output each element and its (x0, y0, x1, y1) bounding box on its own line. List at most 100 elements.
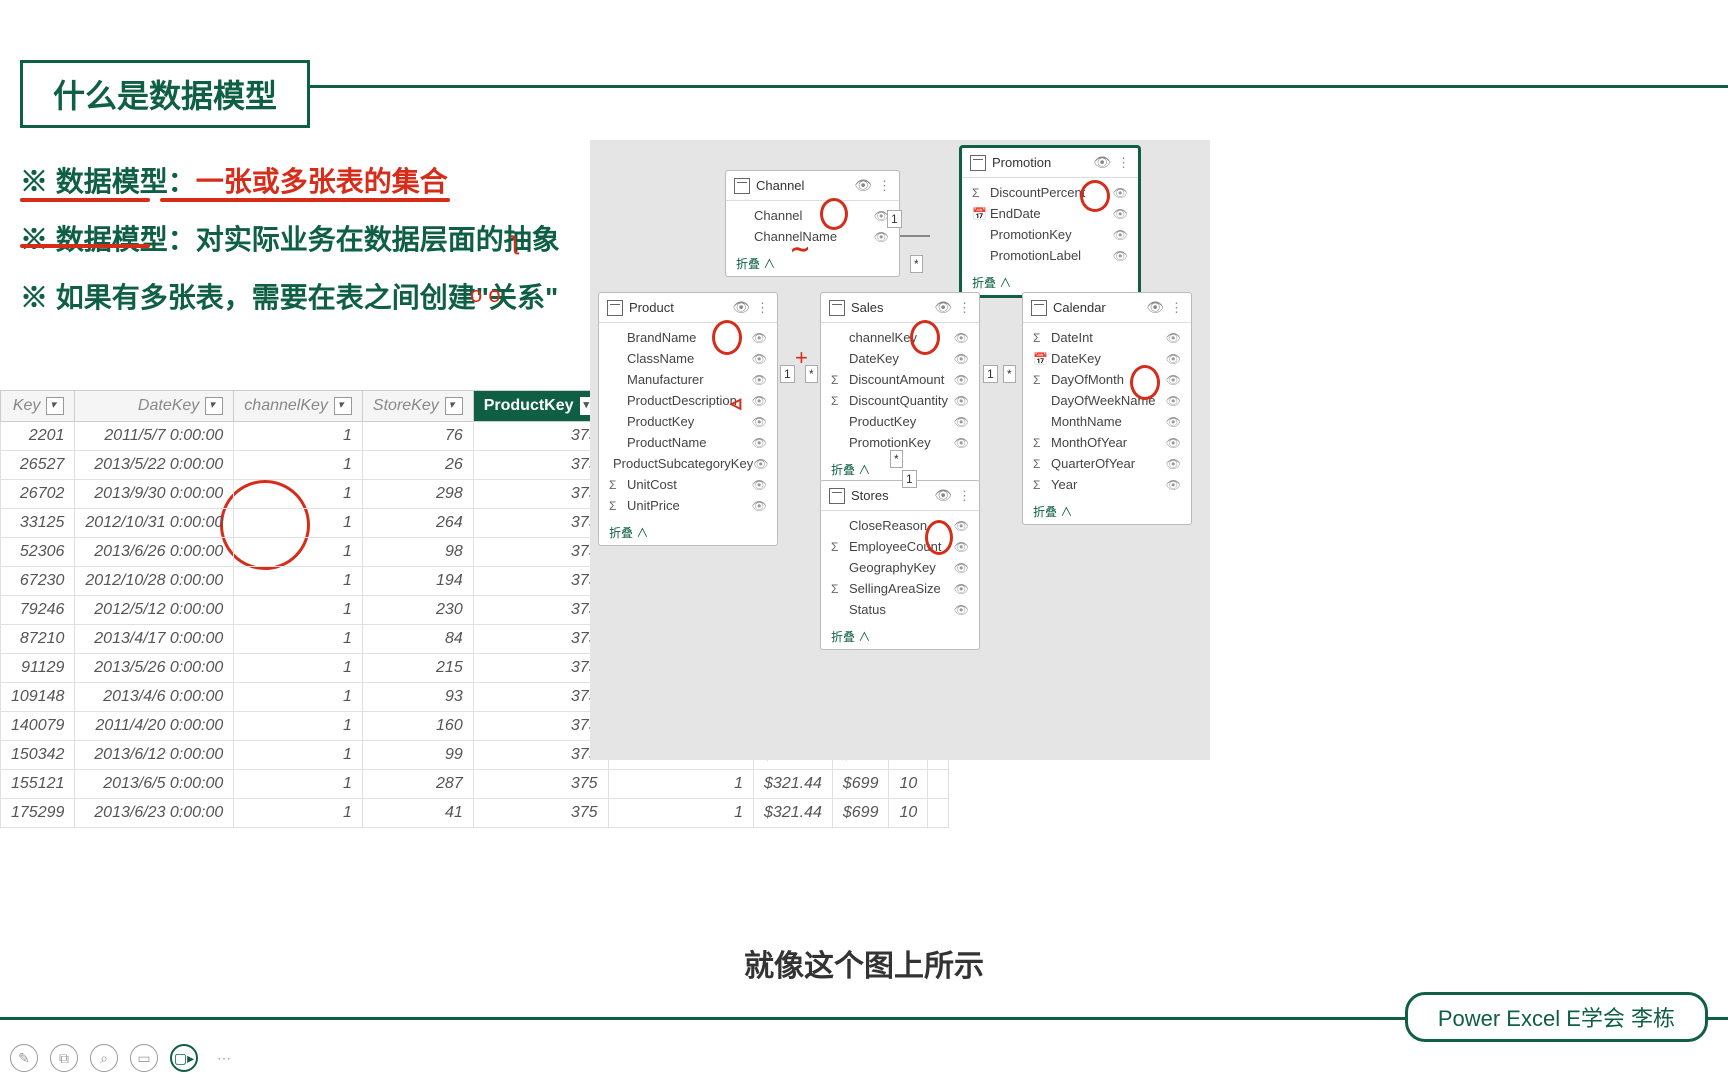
hide-icon[interactable]: 👁 (954, 519, 969, 533)
field-row[interactable]: Channel👁 (726, 205, 899, 226)
field-row[interactable]: ΣDiscountPercent👁 (962, 182, 1138, 203)
card-product[interactable]: Product👁⋮BrandName👁ClassName👁Manufacture… (598, 292, 778, 546)
model-diagram[interactable]: 1 * 1 * 1 * * 1 Channel👁⋮Channel👁Channel… (590, 140, 1210, 760)
field-row[interactable]: ΣQuarterOfYear👁 (1023, 453, 1191, 474)
camera-tool[interactable]: ▢▸ (170, 1044, 198, 1072)
hide-icon[interactable]: 👁 (1113, 186, 1128, 200)
field-row[interactable]: GeographyKey👁 (821, 557, 979, 578)
table-row[interactable]: 1752992013/6/23 0:00:001413751$321.44$69… (1, 799, 949, 828)
eye-icon[interactable]: 👁 (934, 487, 952, 504)
hide-icon[interactable]: 👁 (752, 478, 767, 492)
field-row[interactable]: DayOfWeekName👁 (1023, 390, 1191, 411)
field-row[interactable]: Manufacturer👁 (599, 369, 777, 390)
hide-icon[interactable]: 👁 (954, 561, 969, 575)
field-row[interactable]: channelKey👁 (821, 327, 979, 348)
hide-icon[interactable]: 👁 (954, 436, 969, 450)
hide-icon[interactable]: 👁 (1166, 457, 1181, 471)
field-row[interactable]: ProductSubcategoryKey👁 (599, 453, 777, 474)
field-row[interactable]: ClassName👁 (599, 348, 777, 369)
hide-icon[interactable]: 👁 (954, 373, 969, 387)
eye-icon[interactable]: 👁 (934, 299, 952, 316)
col-header[interactable]: ProductKey (473, 391, 608, 422)
hide-icon[interactable]: 👁 (874, 230, 889, 244)
eye-icon[interactable]: 👁 (1093, 154, 1111, 171)
field-row[interactable]: 📅EndDate👁 (962, 203, 1138, 224)
hide-icon[interactable]: 👁 (1166, 394, 1181, 408)
hide-icon[interactable]: 👁 (1113, 249, 1128, 263)
more-icon[interactable]: ⋮ (958, 300, 971, 316)
more-icon[interactable]: ⋮ (958, 488, 971, 504)
more-icon[interactable]: ⋮ (1170, 300, 1183, 316)
filter-icon[interactable] (445, 397, 463, 415)
collapse-toggle[interactable]: 折叠 ∧ (821, 624, 979, 649)
hide-icon[interactable]: 👁 (954, 603, 969, 617)
hide-icon[interactable]: 👁 (954, 540, 969, 554)
col-header[interactable]: channelKey (234, 391, 363, 422)
pen-tool[interactable]: ✎ (10, 1044, 38, 1072)
field-row[interactable]: ProductDescription👁 (599, 390, 777, 411)
field-row[interactable]: ΣDateInt👁 (1023, 327, 1191, 348)
card-channel[interactable]: Channel👁⋮Channel👁ChannelName👁折叠 ∧ (725, 170, 900, 277)
filter-icon[interactable] (205, 397, 223, 415)
field-row[interactable]: ProductKey👁 (599, 411, 777, 432)
eye-icon[interactable]: 👁 (854, 177, 872, 194)
hide-icon[interactable]: 👁 (1166, 436, 1181, 450)
hide-icon[interactable]: 👁 (1113, 207, 1128, 221)
hide-icon[interactable]: 👁 (1113, 228, 1128, 242)
more-icon[interactable]: ⋮ (756, 300, 769, 316)
hide-icon[interactable]: 👁 (752, 436, 767, 450)
hide-icon[interactable]: 👁 (1166, 352, 1181, 366)
filter-icon[interactable] (46, 397, 64, 415)
hide-icon[interactable]: 👁 (752, 373, 767, 387)
eye-icon[interactable]: 👁 (732, 299, 750, 316)
field-row[interactable]: ΣDiscountQuantity👁 (821, 390, 979, 411)
hide-icon[interactable]: 👁 (752, 331, 767, 345)
zoom-tool[interactable]: ⌕ (90, 1044, 118, 1072)
field-row[interactable]: ΣMonthOfYear👁 (1023, 432, 1191, 453)
eye-icon[interactable]: 👁 (1146, 299, 1164, 316)
col-header[interactable]: Key (1, 391, 75, 422)
hide-icon[interactable]: 👁 (954, 394, 969, 408)
copy-tool[interactable]: ⧉ (50, 1044, 78, 1072)
field-row[interactable]: ΣSellingAreaSize👁 (821, 578, 979, 599)
field-row[interactable]: 📅DateKey👁 (1023, 348, 1191, 369)
collapse-toggle[interactable]: 折叠 ∧ (726, 251, 899, 276)
field-row[interactable]: ΣYear👁 (1023, 474, 1191, 495)
hide-icon[interactable]: 👁 (1166, 415, 1181, 429)
field-row[interactable]: ChannelName👁 (726, 226, 899, 247)
hide-icon[interactable]: 👁 (954, 415, 969, 429)
screen-tool[interactable]: ▭ (130, 1044, 158, 1072)
col-header[interactable]: StoreKey (362, 391, 473, 422)
field-row[interactable]: ΣUnitCost👁 (599, 474, 777, 495)
field-row[interactable]: ΣUnitPrice👁 (599, 495, 777, 516)
field-row[interactable]: ΣDayOfMonth👁 (1023, 369, 1191, 390)
hide-icon[interactable]: 👁 (954, 582, 969, 596)
card-promotion[interactable]: Promotion👁⋮ΣDiscountPercent👁📅EndDate👁Pro… (960, 146, 1140, 297)
field-row[interactable]: MonthName👁 (1023, 411, 1191, 432)
card-header[interactable]: Product👁⋮ (599, 293, 777, 323)
field-row[interactable]: Status👁 (821, 599, 979, 620)
field-row[interactable]: PromotionKey👁 (962, 224, 1138, 245)
hide-icon[interactable]: 👁 (752, 394, 767, 408)
more-icon[interactable]: ⋮ (1117, 155, 1130, 171)
table-row[interactable]: 1551212013/6/5 0:00:0012873751$321.44$69… (1, 770, 949, 799)
hide-icon[interactable]: 👁 (753, 457, 768, 471)
collapse-toggle[interactable]: 折叠 ∧ (1023, 499, 1191, 524)
hide-icon[interactable]: 👁 (1166, 331, 1181, 345)
hide-icon[interactable]: 👁 (752, 352, 767, 366)
hide-icon[interactable]: 👁 (954, 352, 969, 366)
field-row[interactable]: ΣEmployeeCount👁 (821, 536, 979, 557)
col-header[interactable]: DateKey (75, 391, 234, 422)
filter-icon[interactable] (334, 397, 352, 415)
more-icon[interactable]: ⋮ (878, 178, 891, 194)
field-row[interactable]: ProductName👁 (599, 432, 777, 453)
hide-icon[interactable]: 👁 (1166, 478, 1181, 492)
more-tool[interactable]: ⋯ (210, 1044, 238, 1072)
field-row[interactable]: BrandName👁 (599, 327, 777, 348)
field-row[interactable]: PromotionLabel👁 (962, 245, 1138, 266)
field-row[interactable]: ProductKey👁 (821, 411, 979, 432)
card-header[interactable]: Channel👁⋮ (726, 171, 899, 201)
hide-icon[interactable]: 👁 (1166, 373, 1181, 387)
hide-icon[interactable]: 👁 (954, 331, 969, 345)
card-header[interactable]: Sales👁⋮ (821, 293, 979, 323)
